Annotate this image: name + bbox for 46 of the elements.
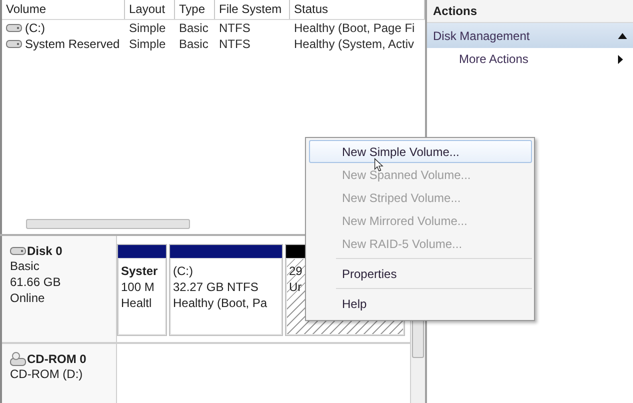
- partition-text: (C:): [173, 263, 193, 279]
- table-cell: (C:): [25, 21, 45, 35]
- menu-item[interactable]: Help: [309, 292, 532, 315]
- table-cell-text: Healthy (System, Activ: [293, 37, 416, 51]
- disk-info: Basic: [10, 258, 40, 274]
- drive-icon: [6, 39, 22, 49]
- column-header[interactable]: Status: [290, 0, 425, 19]
- partition[interactable]: Syster 100 M Healtl: [117, 244, 167, 336]
- submenu-arrow-icon: [618, 54, 623, 64]
- table-cell-text: Simple: [128, 37, 167, 51]
- table-cell-text: Basic: [178, 21, 210, 35]
- drive-icon: [6, 23, 22, 33]
- cd-drive-icon: [10, 352, 26, 366]
- disk-info: CD-ROM (D:): [10, 366, 83, 382]
- action-item[interactable]: More Actions: [427, 48, 633, 70]
- disk-name: Disk 0: [27, 244, 62, 258]
- disk-info: Online: [10, 290, 45, 306]
- table-cell-text: NTFS: [218, 21, 252, 35]
- column-header[interactable]: Layout: [125, 0, 175, 19]
- partition-text: Syster: [121, 263, 158, 279]
- scrollbar-thumb[interactable]: [26, 219, 190, 229]
- table-cell: System Reserved: [25, 37, 120, 51]
- disk-info: 61.66 GB: [10, 274, 61, 290]
- column-header[interactable]: Volume: [2, 0, 125, 19]
- table-cell-text: NTFS: [218, 37, 252, 51]
- table-cell-text: Healthy (Boot, Page Fi: [293, 21, 416, 35]
- actions-section[interactable]: Disk Management: [427, 23, 633, 48]
- column-header[interactable]: File System: [215, 0, 290, 19]
- menu-item[interactable]: New Simple Volume...: [309, 140, 532, 163]
- partition-text: 100 M: [121, 279, 154, 295]
- partition-text: 29: [289, 263, 302, 279]
- actions-title: Actions: [427, 0, 633, 23]
- partition-text: Healtl: [121, 295, 152, 311]
- mouse-cursor-icon: [374, 158, 384, 172]
- table-cell-text: Basic: [178, 37, 210, 51]
- partition[interactable]: (C:) 32.27 GB NTFS Healthy (Boot, Pa: [169, 244, 283, 336]
- partition-text: 32.27 GB NTFS: [173, 279, 258, 295]
- collapse-icon: [618, 32, 627, 38]
- partition-text: Ur: [289, 279, 302, 295]
- partition-header-bar: [118, 245, 166, 258]
- drive-icon: [10, 246, 26, 256]
- column-header[interactable]: Type: [175, 0, 215, 19]
- table-cell-text: Simple: [128, 21, 167, 35]
- menu-item[interactable]: Properties: [309, 262, 532, 285]
- partition-text: Healthy (Boot, Pa: [173, 295, 268, 311]
- disk-name: CD-ROM 0: [27, 352, 86, 366]
